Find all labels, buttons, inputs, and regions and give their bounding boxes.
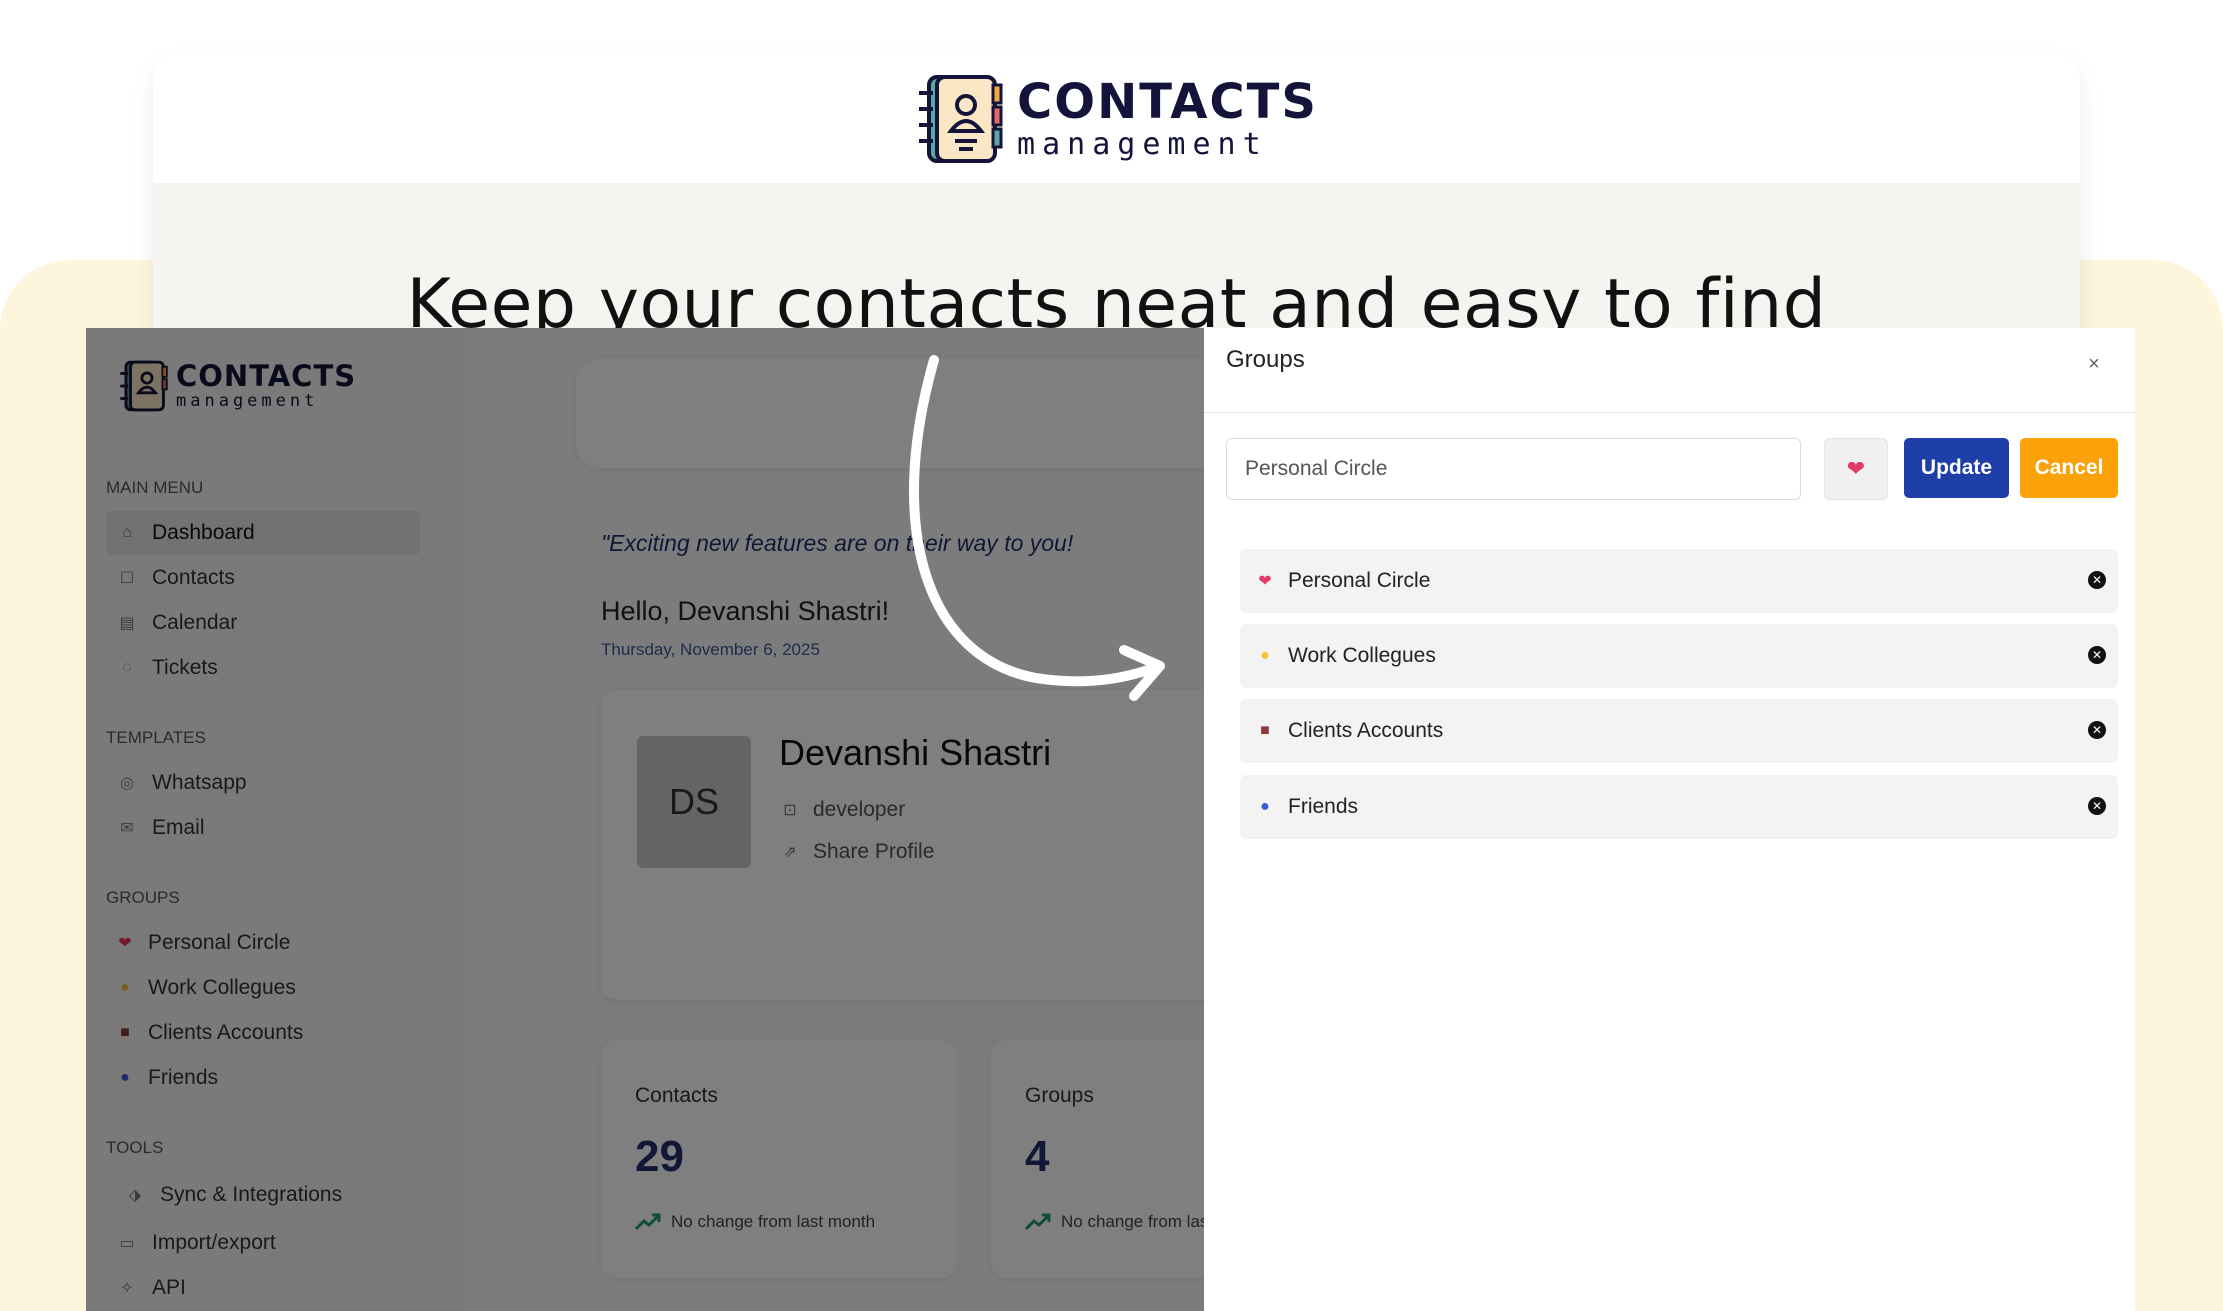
group-row-label: Work Collegues	[1288, 644, 1436, 667]
remove-group-icon[interactable]: ✕	[2088, 571, 2106, 589]
emoji-picker-button[interactable]: ❤	[1824, 438, 1888, 500]
group-name-input[interactable]	[1226, 438, 1801, 500]
group-row-work-collegues[interactable]: ● Work Collegues ✕	[1240, 624, 2118, 688]
group-row-friends[interactable]: ● Friends ✕	[1240, 775, 2118, 839]
group-row-label: Clients Accounts	[1288, 719, 1444, 742]
update-button[interactable]: Update	[1904, 438, 2009, 498]
groups-panel: Groups × ❤ Update Cancel ❤ Personal Circ…	[1204, 328, 2135, 1311]
address-book-icon	[919, 75, 1003, 163]
group-row-label: Personal Circle	[1288, 569, 1431, 592]
handshake-icon: ●	[1260, 647, 1270, 664]
globe-icon: ●	[1260, 798, 1270, 815]
brand-logo: CONTACTS management	[153, 55, 2080, 183]
panel-title: Groups	[1226, 346, 1305, 373]
remove-group-icon[interactable]: ✕	[2088, 646, 2106, 664]
group-row-personal-circle[interactable]: ❤ Personal Circle ✕	[1240, 549, 2118, 613]
heart-icon: ❤	[1846, 456, 1866, 481]
promo-banner: CONTACTS management Keep your contacts n…	[153, 55, 2080, 375]
panel-header: Groups ×	[1204, 328, 2135, 413]
group-row-label: Friends	[1288, 795, 1359, 818]
cancel-button[interactable]: Cancel	[2020, 438, 2118, 498]
heart-icon: ❤	[1258, 573, 1272, 590]
brand-title: CONTACTS	[1017, 74, 1318, 130]
close-icon[interactable]: ×	[2078, 348, 2110, 380]
modal-backdrop[interactable]	[86, 328, 1204, 1311]
remove-group-icon[interactable]: ✕	[2088, 797, 2106, 815]
app-screenshot: CONTACTS management MAIN MENU ⌂ Dashboar…	[86, 328, 2135, 1311]
briefcase-icon: ■	[1260, 722, 1270, 739]
brand-subtitle: management	[1017, 127, 1268, 162]
remove-group-icon[interactable]: ✕	[2088, 721, 2106, 739]
group-row-clients-accounts[interactable]: ■ Clients Accounts ✕	[1240, 699, 2118, 763]
app-background: CONTACTS management MAIN MENU ⌂ Dashboar…	[86, 328, 1204, 1311]
